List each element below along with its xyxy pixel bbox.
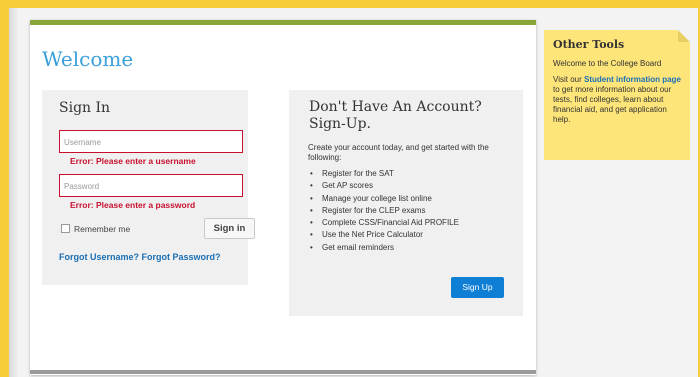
list-item: Use the Net Price Calculator [310,229,459,241]
signin-panel: Sign In Username Error: Please enter a u… [42,90,255,285]
signin-heading: Sign In [59,100,111,116]
password-error: Error: Please enter a password [70,200,196,210]
username-error: Error: Please enter a username [70,156,196,166]
visit-prefix: Visit our [553,75,582,84]
welcome-card: Welcome Sign In Username Error: Please e… [30,20,536,375]
password-field[interactable]: Password [59,174,243,197]
remember-me-checkbox[interactable] [61,224,70,233]
signup-button[interactable]: Sign Up [451,277,504,298]
list-item: Complete CSS/Financial Aid PROFILE [310,217,459,229]
list-item: Get email reminders [310,242,459,254]
card-bottom-shadow [30,370,536,374]
other-tools-welcome: Welcome to the College Board [553,59,662,68]
list-item: Register for the CLEP exams [310,205,459,217]
forgot-credentials-link[interactable]: Forgot Username? Forgot Password? [59,252,221,262]
student-information-link[interactable]: Student information page [584,75,681,84]
username-field[interactable]: Username [59,130,243,153]
signup-panel: Don't Have An Account? Sign-Up. Create y… [289,90,523,316]
visit-suffix: to get more information about our tests,… [553,85,672,124]
other-tools-description: Visit our Student information page to ge… [553,75,681,125]
list-item: Manage your college list online [310,193,459,205]
remember-me-option[interactable]: Remember me [61,224,130,234]
page-title: Welcome [42,47,134,71]
other-tools-title: Other Tools [553,38,625,51]
signin-button[interactable]: Sign in [204,218,255,239]
list-item: Register for the SAT [310,168,459,180]
remember-me-label: Remember me [74,224,131,234]
signup-heading: Don't Have An Account? Sign-Up. [309,99,482,132]
other-tools-note: Other Tools Welcome to the College Board… [544,30,690,160]
signup-benefits-list: Register for the SAT Get AP scores Manag… [310,168,459,254]
signup-intro-text: Create your account today, and get start… [308,143,489,162]
list-item: Get AP scores [310,180,459,192]
